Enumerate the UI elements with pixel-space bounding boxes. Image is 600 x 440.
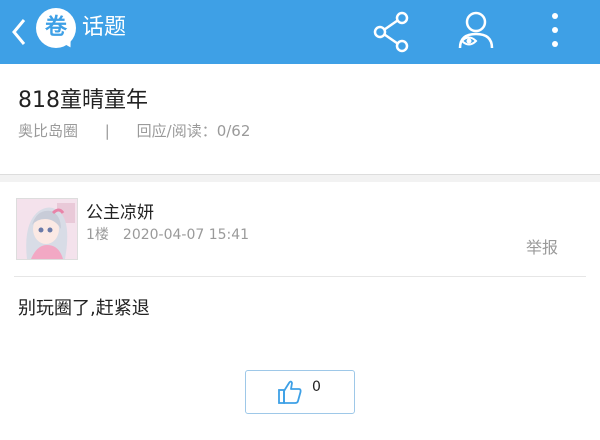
user-watch-button[interactable] (452, 8, 500, 56)
top-bar: 卷 话题 (0, 0, 600, 64)
post-time: 2020-04-07 15:41 (122, 227, 250, 243)
thumbs-up-icon (278, 380, 302, 404)
share-icon (373, 11, 409, 53)
avatar-image (17, 199, 77, 259)
more-vertical-icon (552, 13, 558, 47)
share-button[interactable] (368, 8, 416, 56)
back-icon (12, 19, 26, 45)
floor-number: 1楼 (86, 227, 109, 243)
author-name[interactable]: 公主凉妍 (86, 198, 154, 223)
like-button[interactable]: 0 (245, 370, 355, 414)
topic-title: 818童晴童年 (18, 88, 148, 113)
page-title: 话题 (82, 15, 127, 40)
more-button[interactable] (540, 8, 570, 56)
avatar[interactable] (16, 198, 78, 260)
circle-name[interactable]: 奥比岛圈 (18, 122, 78, 140)
back-button[interactable] (6, 14, 34, 50)
reply-read-stats: 回应/阅读：0/62 (136, 122, 251, 140)
topic-header: 818童晴童年 奥比岛圈 | 回应/阅读：0/62 (0, 64, 600, 175)
post-content: 别玩圈了,赶紧退 (18, 298, 150, 319)
topic-meta: 奥比岛圈 | 回应/阅读：0/62 (18, 120, 250, 141)
post-card: 公主凉妍 1楼 2020-04-07 15:41 举报 别玩圈了,赶紧退 0 (0, 182, 600, 440)
meta-separator: | (104, 122, 110, 140)
divider (14, 276, 586, 277)
report-button[interactable]: 举报 (526, 234, 558, 258)
user-eye-icon (458, 11, 494, 49)
post-info: 1楼 2020-04-07 15:41 (86, 224, 249, 244)
like-count: 0 (312, 379, 321, 395)
